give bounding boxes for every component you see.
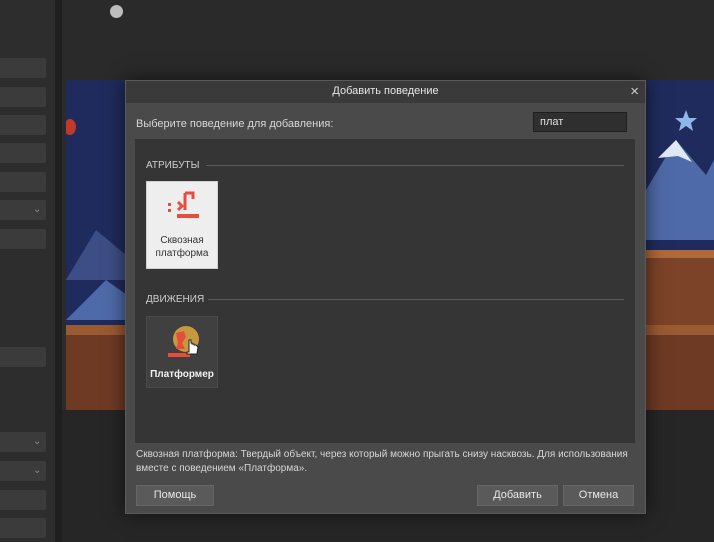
property-row[interactable] [0, 229, 46, 249]
record-indicator [110, 5, 123, 18]
jump-thru-icon [168, 191, 199, 218]
property-row[interactable] [0, 143, 46, 163]
property-row[interactable] [0, 347, 46, 367]
help-button[interactable]: Помощь [136, 485, 214, 506]
close-icon[interactable]: × [630, 83, 639, 100]
property-dropdown[interactable]: ⌄ [0, 432, 46, 452]
search-input[interactable] [533, 112, 627, 132]
property-row[interactable] [0, 115, 46, 135]
panel-splitter[interactable] [55, 0, 62, 542]
dialog-title: Добавить поведение [332, 85, 439, 97]
property-dropdown[interactable]: ⌄ [0, 461, 46, 481]
chevron-down-icon: ⌄ [33, 465, 42, 476]
layout-top-area [62, 0, 714, 80]
property-row[interactable] [0, 58, 46, 78]
dialog-titlebar[interactable]: Добавить поведение × [126, 81, 645, 103]
properties-panel: ⌄ ⌄ ⌄ [0, 0, 62, 542]
property-dropdown[interactable]: ⌄ [0, 200, 46, 220]
behavior-tile-label: Платформер [150, 369, 214, 380]
property-row[interactable] [0, 172, 46, 192]
property-row[interactable] [0, 490, 46, 510]
property-row[interactable] [0, 87, 46, 107]
behavior-description: Сквозная платформа: Твердый объект, чере… [136, 449, 628, 474]
behavior-tile-label: Сквозная платформа [155, 235, 209, 259]
behavior-list: АТРИБУТЫ Сквозная платформа ДВИЖЕНИЯ Пла… [135, 139, 635, 443]
chevron-down-icon: ⌄ [33, 436, 42, 447]
chevron-down-icon: ⌄ [33, 204, 42, 215]
category-label-movements: ДВИЖЕНИЯ [146, 294, 205, 305]
add-behavior-dialog: Добавить поведение × Выберите поведение … [125, 80, 646, 514]
property-row[interactable] [0, 518, 46, 538]
category-divider [208, 299, 624, 300]
behavior-tile-jump-thru[interactable]: Сквозная платформа [146, 181, 218, 269]
cancel-button[interactable]: Отмена [563, 485, 634, 506]
category-divider [206, 165, 624, 166]
platformer-icon [168, 326, 199, 357]
behavior-tile-platformer[interactable]: Платформер [146, 316, 218, 388]
add-button[interactable]: Добавить [477, 485, 558, 506]
category-label-attributes: АТРИБУТЫ [146, 160, 200, 171]
dialog-prompt: Выберите поведение для добавления: [136, 118, 334, 130]
